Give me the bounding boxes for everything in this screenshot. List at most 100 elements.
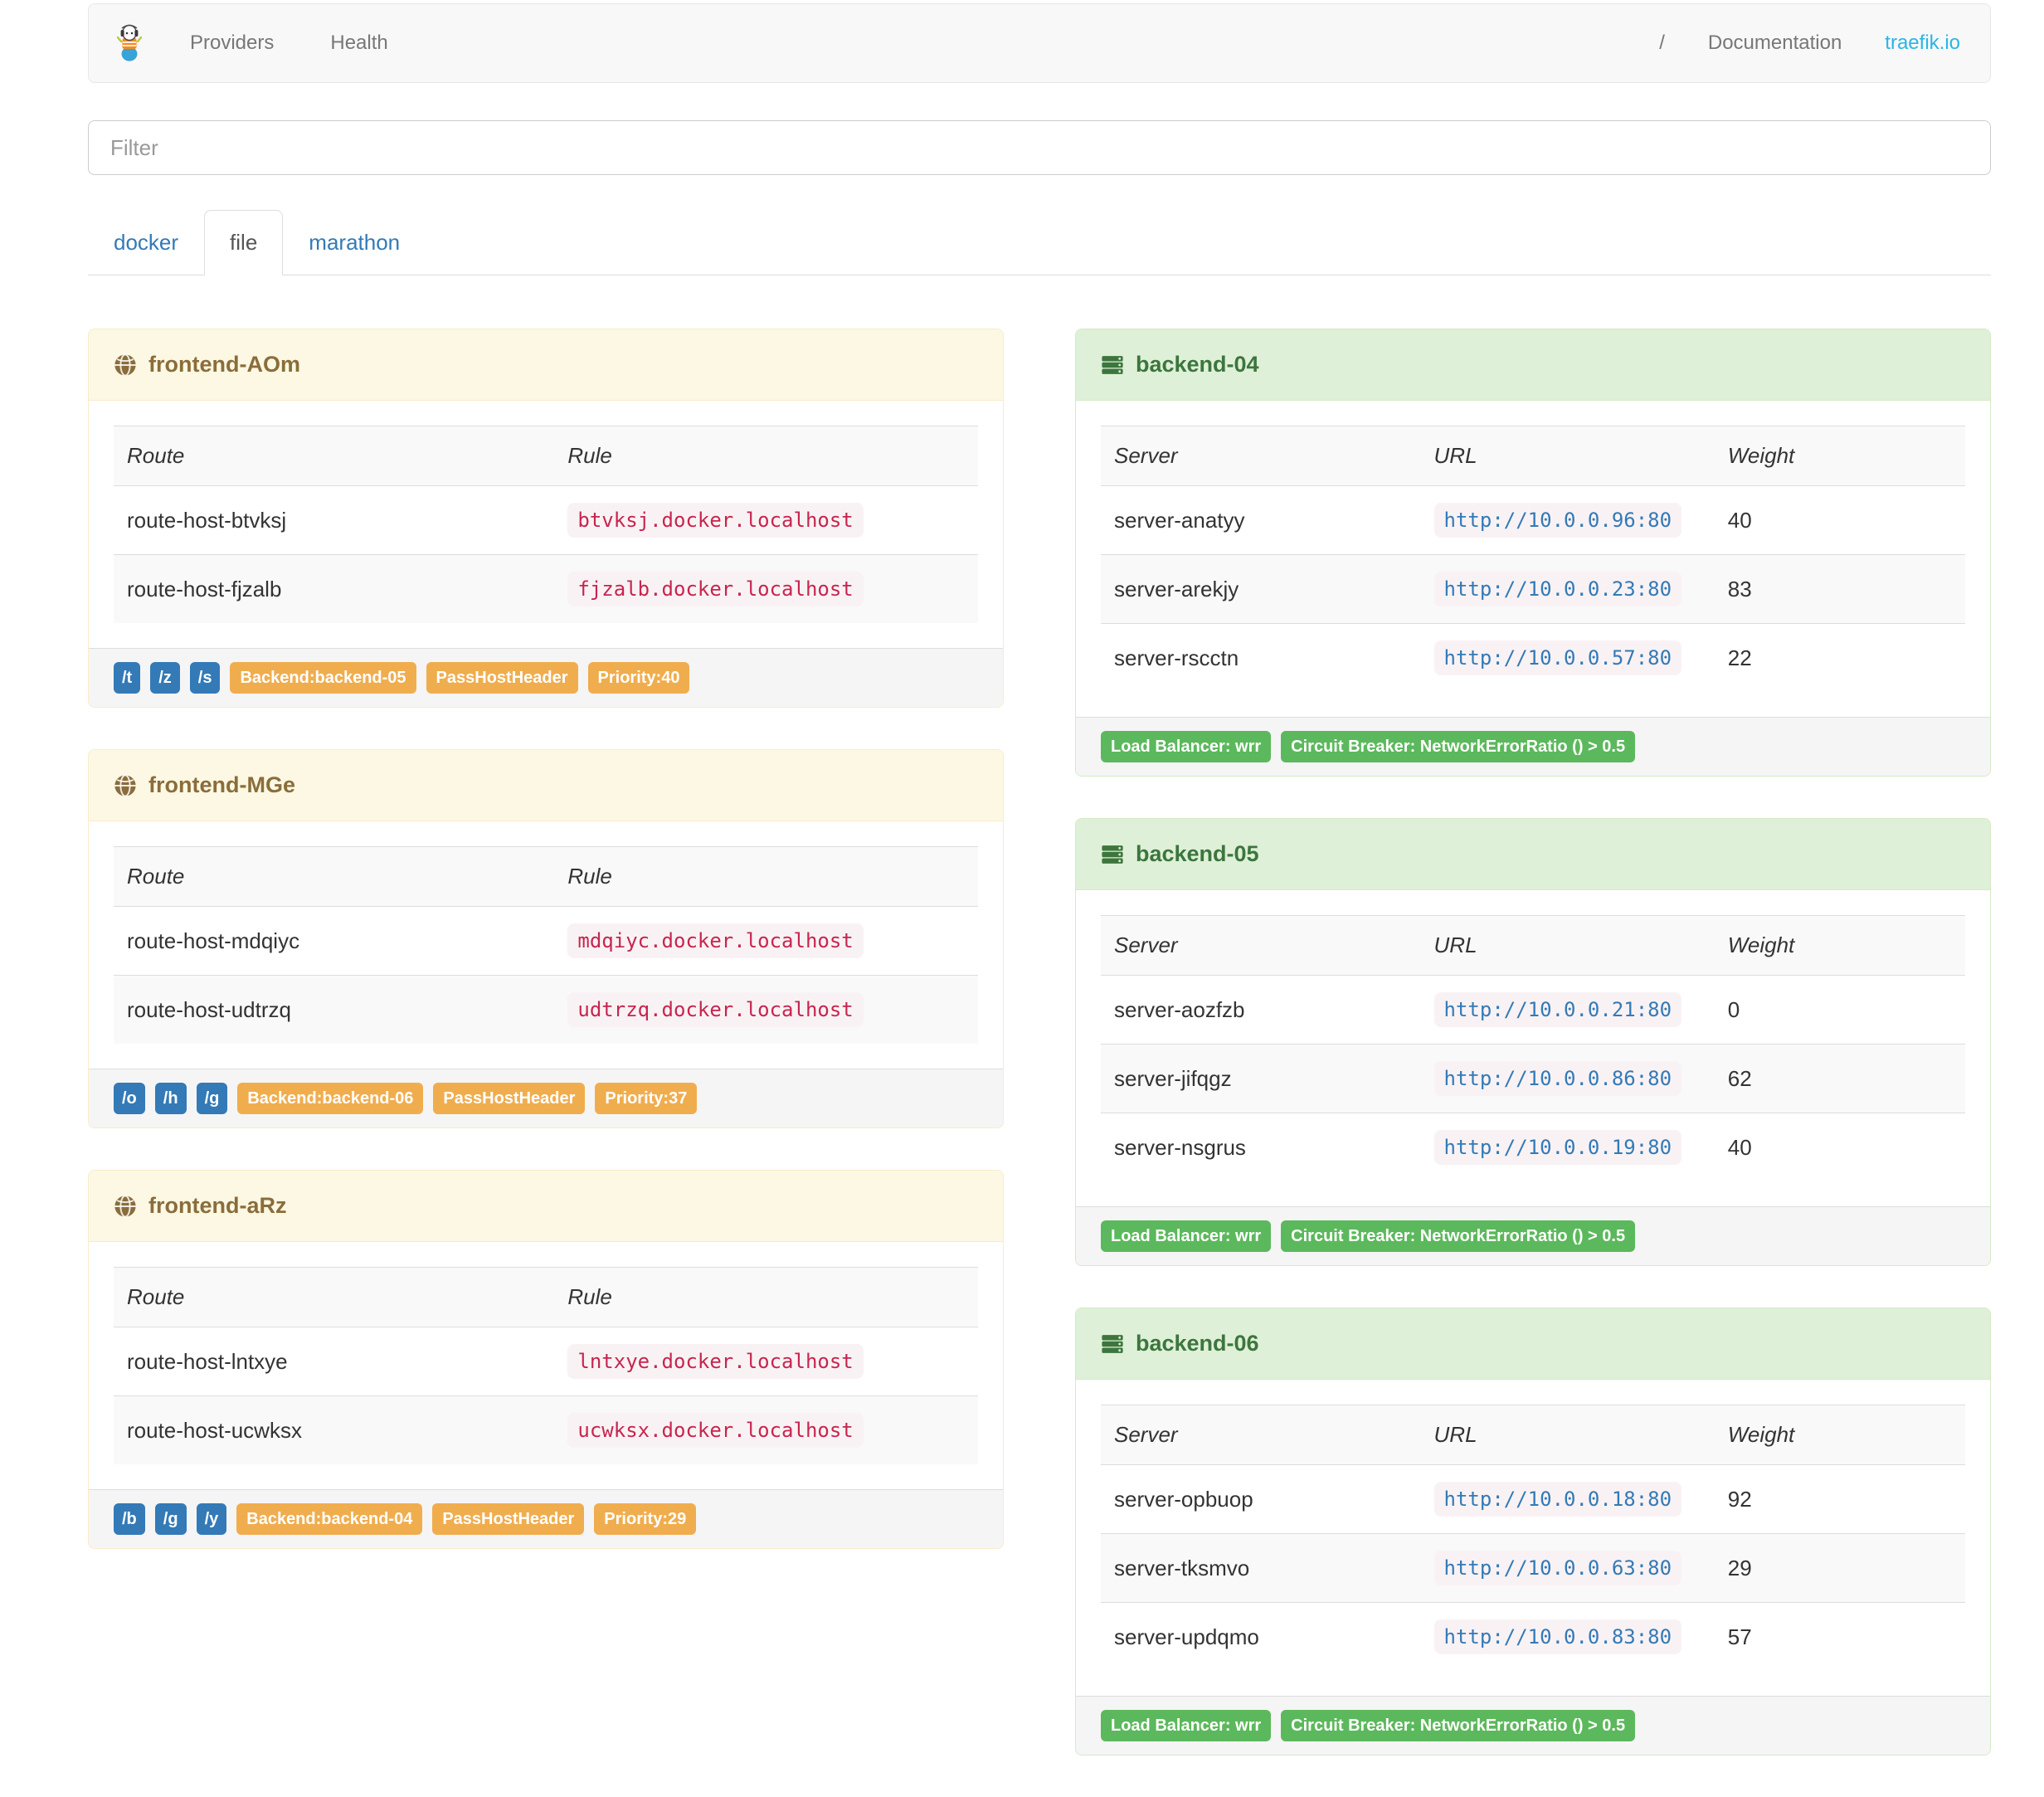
path-badge: /h: [154, 1083, 187, 1114]
panel-body: Route Rule route-host-btvksj btvksj.docker.…: [89, 401, 1003, 648]
column-header-url: URL: [1420, 1405, 1715, 1465]
traefik-logo-icon: [117, 24, 142, 62]
server-url-link[interactable]: http://10.0.0.19:80: [1433, 1130, 1682, 1165]
panel-title: backend-06: [1136, 1331, 1259, 1356]
column-header-route: Route: [114, 846, 555, 907]
panel-body: Server URL Weight server-anatyy http://10.0.…: [1076, 401, 1990, 717]
server-row: server-tksmvo http://10.0.0.63:80 29: [1101, 1533, 1965, 1603]
column-header-rule: Rule: [554, 426, 978, 486]
server-url-link[interactable]: http://10.0.0.96:80: [1433, 503, 1682, 538]
panel-footer: /t/z/s Backend:backend-05 PassHostHeader Pr…: [89, 648, 1003, 707]
server-cell: server-jifqgz: [1101, 1044, 1421, 1113]
server-url-link[interactable]: http://10.0.0.23:80: [1433, 572, 1682, 606]
url-cell: http://10.0.0.19:80: [1420, 1113, 1715, 1181]
path-badge: /o: [114, 1083, 145, 1114]
table-header-row: Server URL Weight: [1101, 915, 1965, 976]
panel-heading: frontend-MGe: [89, 750, 1003, 821]
panel-body: Route Rule route-host-mdqiyc mdqiyc.docker.…: [89, 821, 1003, 1069]
route-table: Route Rule route-host-mdqiyc mdqiyc.docker.…: [114, 846, 978, 1044]
frontend-badge: Backend:backend-05: [230, 662, 416, 694]
column-header-server: Server: [1101, 915, 1421, 976]
panel-title: frontend-MGe: [148, 772, 295, 797]
filter-input[interactable]: [88, 120, 1991, 175]
column-header-url: URL: [1420, 426, 1715, 486]
server-url-link[interactable]: http://10.0.0.86:80: [1433, 1061, 1682, 1096]
frontend-badge: Priority:37: [595, 1083, 698, 1114]
url-cell: http://10.0.0.57:80: [1420, 623, 1715, 692]
nav-item-health[interactable]: Health: [330, 32, 387, 55]
route-row: route-host-fjzalb fjzalb.docker.localhost: [114, 554, 978, 623]
nav-item-slash[interactable]: /: [1659, 32, 1665, 55]
server-cell: server-updqmo: [1101, 1602, 1421, 1671]
nav-item-documentation[interactable]: Documentation: [1708, 32, 1842, 55]
nav-item-traefik-io[interactable]: traefik.io: [1885, 32, 1960, 55]
navbar-right-links: / Documentation traefik.io: [1659, 32, 1960, 55]
backend-panel-backend-06: backend-06 Server URL Weight server-opbuop ht…: [1075, 1308, 1991, 1756]
rule-cell: udtrzq.docker.localhost: [554, 975, 978, 1044]
backend-badge: Load Balancer: wrr: [1101, 731, 1272, 762]
content-row: frontend-AOm Route Rule route-host-btvksj bt…: [88, 329, 1991, 1797]
tab-docker[interactable]: docker: [88, 210, 204, 275]
globe-icon: [114, 1194, 137, 1218]
frontend-badge: PassHostHeader: [426, 662, 578, 694]
table-header-row: Route Rule: [114, 846, 978, 907]
rule-chip: ucwksx.docker.localhost: [567, 1413, 864, 1448]
path-badge: /g: [196, 1083, 228, 1114]
backend-badge: Circuit Breaker: NetworkErrorRatio () > …: [1281, 1710, 1636, 1741]
backend-badge: Circuit Breaker: NetworkErrorRatio () > …: [1281, 1220, 1636, 1252]
column-header-weight: Weight: [1714, 1405, 1965, 1465]
route-table: Route Rule route-host-btvksj btvksj.docker.…: [114, 426, 978, 623]
url-cell: http://10.0.0.18:80: [1420, 1464, 1715, 1534]
server-url-link[interactable]: http://10.0.0.57:80: [1433, 640, 1682, 675]
navbar: Providers Health / Documentation traefik…: [88, 3, 1991, 83]
server-row: server-jifqgz http://10.0.0.86:80 62: [1101, 1044, 1965, 1113]
server-url-link[interactable]: http://10.0.0.21:80: [1433, 992, 1682, 1027]
panel-title: backend-05: [1136, 841, 1259, 866]
server-table: Server URL Weight server-opbuop http://10.0.…: [1101, 1405, 1965, 1671]
tab-marathon[interactable]: marathon: [283, 210, 426, 275]
panel-heading: frontend-AOm: [89, 329, 1003, 401]
column-header-route: Route: [114, 1267, 555, 1327]
path-badge: /y: [196, 1503, 227, 1535]
backend-panel-backend-05: backend-05 Server URL Weight server-aozfzb ht…: [1075, 818, 1991, 1266]
frontend-panel-frontend-MGe: frontend-MGe Route Rule route-host-mdqiyc md…: [88, 749, 1004, 1128]
server-url-link[interactable]: http://10.0.0.18:80: [1433, 1482, 1682, 1517]
server-url-link[interactable]: http://10.0.0.63:80: [1433, 1551, 1682, 1585]
weight-cell: 40: [1714, 485, 1965, 555]
path-badge: /s: [189, 662, 221, 694]
route-row: route-host-ucwksx ucwksx.docker.localhost: [114, 1395, 978, 1464]
globe-icon: [114, 353, 137, 377]
server-url-link[interactable]: http://10.0.0.83:80: [1433, 1619, 1682, 1654]
table-header-row: Server URL Weight: [1101, 426, 1965, 486]
weight-cell: 62: [1714, 1044, 1965, 1113]
panel-footer: /b/g/y Backend:backend-04 PassHostHeader Pr…: [89, 1489, 1003, 1548]
url-cell: http://10.0.0.23:80: [1420, 554, 1715, 624]
server-cell: server-nsgrus: [1101, 1113, 1421, 1181]
server-cell: server-arekjy: [1101, 554, 1421, 624]
server-cell: server-aozfzb: [1101, 975, 1421, 1045]
path-badge: /z: [150, 662, 180, 694]
navbar-brand[interactable]: [117, 24, 142, 62]
table-header-row: Route Rule: [114, 426, 978, 486]
column-header-server: Server: [1101, 1405, 1421, 1465]
panel-footer: Load Balancer: wrr Circuit Breaker: Netwo…: [1076, 717, 1990, 776]
server-cell: server-anatyy: [1101, 485, 1421, 555]
frontend-badge: PassHostHeader: [433, 1083, 586, 1114]
panel-title: backend-04: [1136, 352, 1259, 377]
route-cell: route-host-ucwksx: [114, 1395, 555, 1464]
globe-icon: [114, 773, 137, 797]
backend-panel-backend-04: backend-04 Server URL Weight server-anatyy ht…: [1075, 329, 1991, 777]
backend-badge: Circuit Breaker: NetworkErrorRatio () > …: [1281, 731, 1636, 762]
nav-item-providers[interactable]: Providers: [190, 32, 274, 55]
server-table: Server URL Weight server-anatyy http://10.0.…: [1101, 426, 1965, 692]
navbar-left-links: Providers Health: [190, 32, 388, 55]
rule-chip: fjzalb.docker.localhost: [567, 572, 864, 606]
rule-cell: lntxye.docker.localhost: [554, 1327, 978, 1396]
server-row: server-opbuop http://10.0.0.18:80 92: [1101, 1464, 1965, 1534]
server-row: server-anatyy http://10.0.0.96:80 40: [1101, 485, 1965, 555]
tab-file[interactable]: file: [204, 210, 284, 275]
weight-cell: 57: [1714, 1602, 1965, 1671]
route-row: route-host-udtrzq udtrzq.docker.localhost: [114, 975, 978, 1044]
weight-cell: 40: [1714, 1113, 1965, 1181]
server-cell: server-rscctn: [1101, 623, 1421, 692]
